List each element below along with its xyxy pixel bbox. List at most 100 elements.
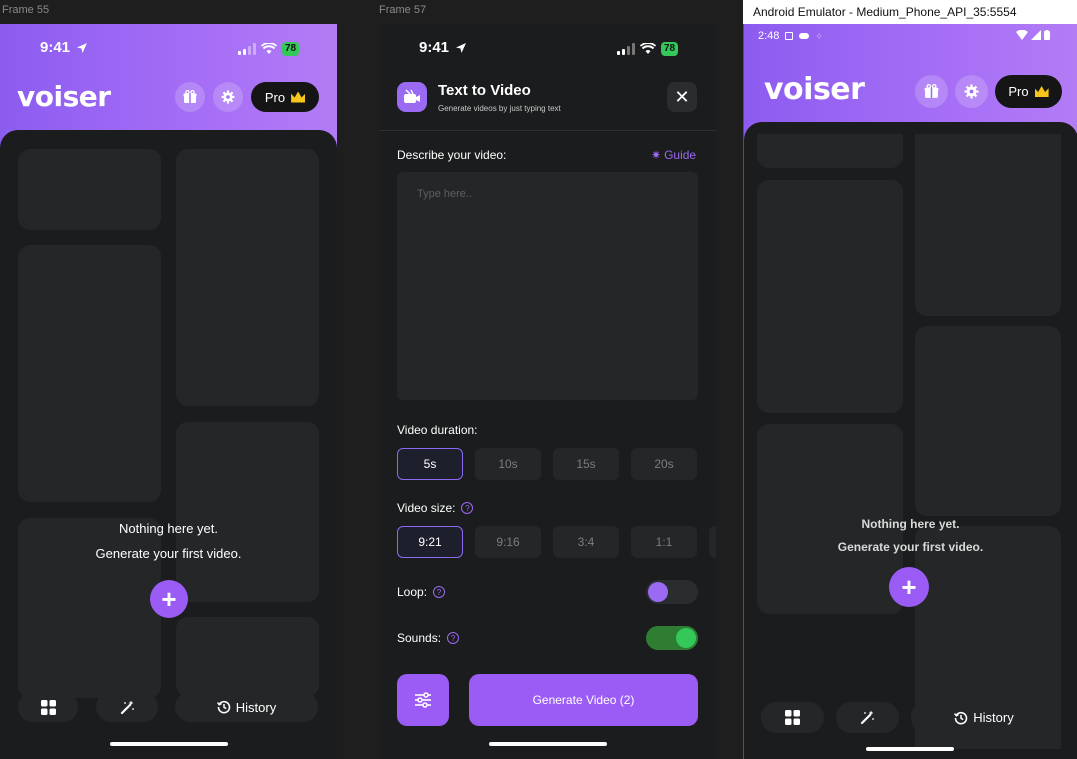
android-status-right <box>1016 30 1050 40</box>
help-icon[interactable]: ? <box>461 502 474 514</box>
nav-history-label: History <box>973 710 1014 725</box>
placeholder-tile <box>18 518 161 698</box>
gift-icon <box>183 90 197 103</box>
nav-magic-button[interactable] <box>836 702 899 733</box>
nav-history-button[interactable]: History <box>175 692 318 722</box>
gear-icon <box>964 84 979 99</box>
cell-signal-icon <box>617 43 635 55</box>
location-arrow-icon <box>456 42 467 53</box>
status-bar-right: 78 <box>238 42 300 56</box>
battery-icon <box>1044 30 1050 40</box>
size-option-3-4[interactable]: 3:4 <box>553 526 619 558</box>
cell-signal-icon <box>1031 30 1041 40</box>
text-to-video-screen: 9:41 78 Text to Video Generate videos by… <box>379 24 716 759</box>
grid-icon <box>40 699 56 715</box>
guide-label: Guide <box>664 148 697 162</box>
history-icon <box>954 711 968 724</box>
generate-video-button[interactable]: Generate Video (2) <box>469 674 698 726</box>
toggle-knob <box>676 628 696 648</box>
duration-option-10s[interactable]: 10s <box>475 448 541 480</box>
help-icon[interactable]: ? <box>447 632 460 644</box>
screen-title: Text to Video <box>438 82 531 99</box>
describe-label: Describe your video: <box>397 148 507 162</box>
duration-option-20s[interactable]: 20s <box>631 448 697 480</box>
empty-state-subtitle: Generate your first video. <box>837 540 984 554</box>
nav-gallery-button[interactable] <box>18 692 78 722</box>
status-bar-right: 78 <box>617 42 679 56</box>
settings-button[interactable] <box>955 75 988 108</box>
toggle-knob <box>648 582 668 602</box>
pro-button[interactable]: Pro <box>995 75 1062 108</box>
status-time: 2:48 <box>758 30 780 42</box>
guide-link[interactable]: ✷ Guide <box>651 148 696 162</box>
create-video-button[interactable]: + <box>889 567 929 607</box>
duration-option-15s[interactable]: 15s <box>553 448 619 480</box>
sounds-label-text: Sounds: <box>397 631 442 645</box>
size-label: Video size: ? <box>397 501 474 515</box>
sparkle-icon: ✷ <box>651 148 662 162</box>
nav-gallery-button[interactable] <box>761 702 824 733</box>
voiser-logo: voiser <box>764 72 865 107</box>
loop-toggle[interactable] <box>646 580 698 604</box>
placeholder-tile <box>18 245 161 502</box>
placeholder-tile <box>176 422 319 602</box>
video-description-input[interactable] <box>397 172 698 400</box>
crown-icon <box>1034 86 1049 97</box>
size-option-overflow[interactable] <box>709 526 716 558</box>
settings-filter-button[interactable] <box>397 674 449 726</box>
duration-option-5s[interactable]: 5s <box>397 448 463 480</box>
grid-icon <box>785 710 800 725</box>
battery-badge: 78 <box>282 42 300 56</box>
empty-state-title: Nothing here yet. <box>861 517 960 531</box>
loop-label-text: Loop: <box>397 585 428 599</box>
settings-button[interactable] <box>213 82 243 112</box>
pro-label: Pro <box>1008 84 1029 99</box>
frame-label-55: Frame 55 <box>2 4 50 16</box>
sounds-toggle[interactable] <box>646 626 698 650</box>
crown-icon <box>291 91 306 103</box>
voiser-logo: voiser <box>17 80 111 113</box>
location-arrow-icon <box>77 42 88 53</box>
pro-button[interactable]: Pro <box>251 82 319 112</box>
magic-wand-icon <box>860 710 874 725</box>
home-indicator <box>489 742 607 746</box>
loop-label: Loop: ? <box>397 585 446 599</box>
close-button[interactable]: ✕ <box>667 82 697 112</box>
gift-button[interactable] <box>915 75 948 108</box>
wifi-icon <box>1016 30 1028 40</box>
create-video-button[interactable]: + <box>150 580 188 618</box>
nav-history-button[interactable]: History <box>911 702 1057 733</box>
status-time: 9:41 <box>419 39 450 56</box>
placeholder-tile <box>176 617 319 697</box>
android-status-left: 2:48 ⁘ <box>758 30 823 42</box>
frame-label-57: Frame 57 <box>379 4 427 16</box>
history-icon <box>216 700 231 714</box>
pro-label: Pro <box>264 89 286 105</box>
empty-state-title: Nothing here yet. <box>118 521 218 536</box>
assistant-icon: ⁘ <box>815 30 823 41</box>
size-label-text: Video size: <box>397 501 456 515</box>
placeholder-tile <box>757 134 903 168</box>
home-screen-android: 2:48 ⁘ voiser Pro Nothing here yet. Gene… <box>743 24 1077 759</box>
placeholder-tile <box>757 180 903 413</box>
size-option-1-1[interactable]: 1:1 <box>631 526 697 558</box>
wifi-icon <box>640 43 656 54</box>
size-option-9-21[interactable]: 9:21 <box>397 526 463 558</box>
status-bar-left: 9:41 <box>419 39 467 56</box>
sounds-label: Sounds: ? <box>397 631 460 645</box>
status-bar-left: 9:41 <box>40 39 88 56</box>
screen-subtitle: Generate videos by just typing text <box>438 104 561 113</box>
sliders-icon <box>415 692 431 708</box>
cell-signal-icon <box>238 43 256 55</box>
home-screen-ios: 9:41 78 voiser Pro Nothing here yet. Gen… <box>0 24 337 759</box>
gift-button[interactable] <box>175 82 205 112</box>
gift-icon <box>924 84 939 98</box>
battery-badge: 78 <box>661 42 679 56</box>
home-indicator <box>110 742 228 746</box>
nav-magic-button[interactable] <box>96 692 158 722</box>
emulator-title-bar: Android Emulator - Medium_Phone_API_35:5… <box>743 0 1077 24</box>
placeholder-tile <box>915 326 1061 516</box>
help-icon[interactable]: ? <box>433 586 446 598</box>
empty-state-subtitle: Generate your first video. <box>95 546 242 561</box>
size-option-9-16[interactable]: 9:16 <box>475 526 541 558</box>
